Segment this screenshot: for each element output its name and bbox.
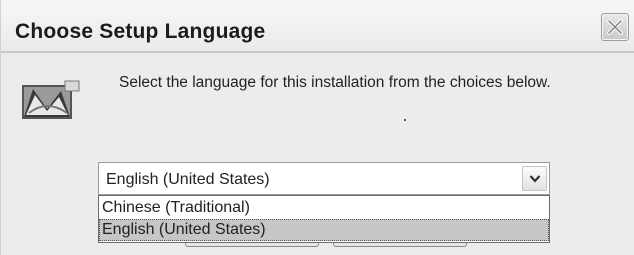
setup-language-dialog: Choose Setup Language Select the languag…: [0, 0, 634, 255]
setup-wizard-icon: [21, 79, 81, 121]
instruction-text: Select the language for this installatio…: [119, 74, 551, 91]
close-button[interactable]: [601, 13, 629, 41]
language-option-english-united-states[interactable]: English (United States): [99, 219, 549, 241]
dialog-title: Choose Setup Language: [15, 20, 266, 43]
language-select-value: English (United States): [106, 171, 270, 188]
decorative-dot: [404, 119, 406, 121]
title-bar[interactable]: Choose Setup Language: [1, 1, 634, 53]
language-select[interactable]: English (United States): [98, 162, 550, 195]
language-select-dropdown-button[interactable]: [522, 166, 547, 191]
language-dropdown-list[interactable]: Chinese (Traditional) English (United St…: [98, 195, 550, 243]
language-option-chinese-traditional[interactable]: Chinese (Traditional): [99, 197, 549, 219]
